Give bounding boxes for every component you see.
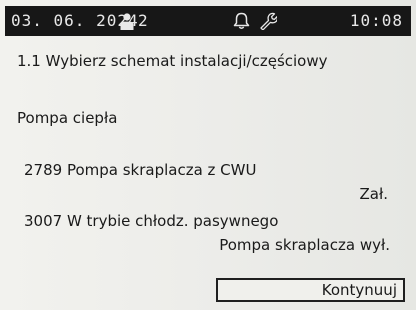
section-title: Pompa ciepła	[17, 109, 118, 127]
device-screen: 03. 06. 2024 2 10:08 1.1 Wybierz schemat…	[0, 0, 416, 310]
user-icon	[120, 13, 134, 30]
bell-icon[interactable]	[233, 12, 250, 30]
continue-button[interactable]: Kontynuuj	[216, 278, 405, 302]
parameter-value: Pompa skraplacza wył.	[219, 236, 390, 254]
status-bar: 03. 06. 2024 2 10:08	[5, 6, 411, 36]
wrench-icon[interactable]	[259, 12, 277, 30]
parameter-label[interactable]: 2789 Pompa skraplacza z CWU	[24, 161, 256, 179]
parameter-label[interactable]: 3007 W trybie chłodz. pasywnego	[24, 212, 278, 230]
parameter-value: Zał.	[359, 185, 389, 203]
status-time: 10:08	[349, 11, 403, 30]
menu-heading: 1.1 Wybierz schemat instalacji/częściowy	[17, 52, 328, 70]
user-count: 2	[138, 11, 148, 30]
